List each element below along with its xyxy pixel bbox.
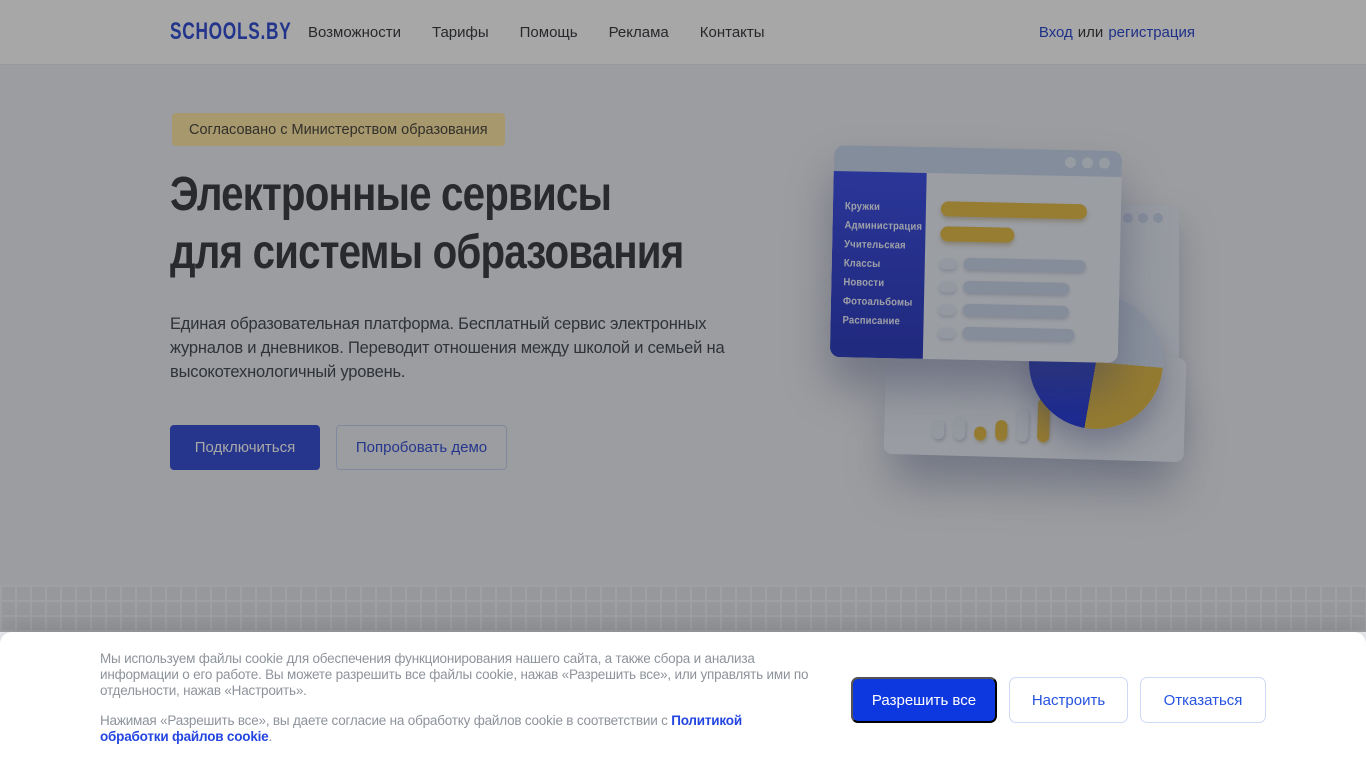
cookie-paragraph-1: Мы используем файлы cookie для обеспечен… (100, 651, 809, 698)
cookie-banner-text: Мы используем файлы cookie для обеспечен… (100, 651, 812, 745)
modal-overlay-scrim (0, 0, 1366, 632)
page: SCHOOLS.BY Возможности Тарифы Помощь Рек… (0, 0, 1366, 768)
cookie-paragraph-2: Нажимая «Разрешить все», вы даете соглас… (100, 713, 812, 745)
configure-cookies-button[interactable]: Настроить (1009, 677, 1128, 723)
allow-all-cookies-button[interactable]: Разрешить все (851, 677, 997, 723)
cookie-paragraph-2-prefix: Нажимая «Разрешить все», вы даете соглас… (100, 713, 672, 728)
cookie-paragraph-2-suffix: . (268, 729, 273, 744)
decline-cookies-button[interactable]: Отказаться (1140, 677, 1266, 723)
cookie-banner-actions: Разрешить все Настроить Отказаться (851, 677, 1266, 723)
cookie-consent-banner: Мы используем файлы cookie для обеспечен… (0, 632, 1366, 768)
